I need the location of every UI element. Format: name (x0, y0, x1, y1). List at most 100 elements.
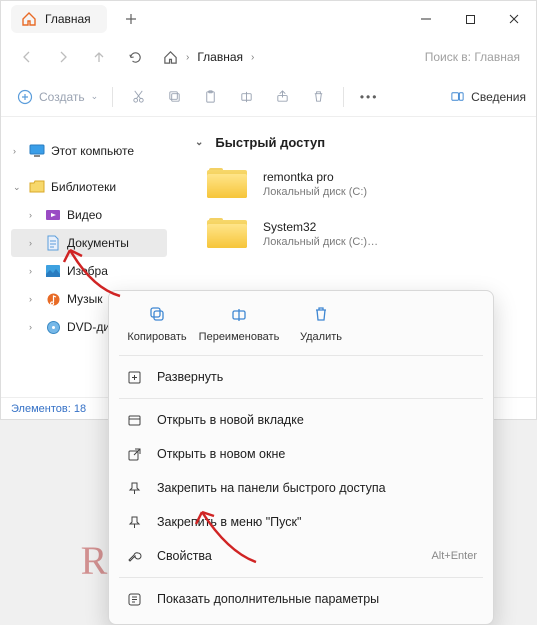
up-button[interactable] (83, 41, 115, 73)
rename-icon (226, 301, 252, 327)
ctx-expand[interactable]: Развернуть (113, 360, 489, 394)
ctx-open-window[interactable]: Открыть в новом окне (113, 437, 489, 471)
delete-button[interactable] (301, 81, 335, 113)
context-quick-actions: Копировать Переименовать Удалить (113, 299, 489, 351)
sidebar-label: Музык (67, 292, 103, 306)
separator (119, 577, 483, 578)
details-button[interactable]: Сведения (450, 89, 526, 104)
chevron-right-icon: › (29, 322, 39, 332)
details-label: Сведения (471, 90, 526, 104)
sidebar-label: Видео (67, 208, 102, 222)
ctx-label: Развернуть (157, 370, 223, 384)
back-button[interactable] (11, 41, 43, 73)
maximize-button[interactable] (448, 1, 492, 37)
sidebar-item-libraries[interactable]: ⌄ Библиотеки (11, 173, 167, 201)
share-button[interactable] (265, 81, 299, 113)
chevron-right-icon: › (13, 146, 23, 156)
ctx-pin-start[interactable]: Закрепить в меню "Пуск" (113, 505, 489, 539)
sidebar-label: Документы (67, 236, 129, 250)
status-text: Элементов: 18 (11, 403, 86, 415)
ctx-label: Удалить (300, 331, 342, 343)
separator (343, 87, 344, 107)
sidebar-label: Библиотеки (51, 180, 116, 194)
section-title: Быстрый доступ (215, 135, 325, 150)
new-tab-button[interactable] (117, 5, 145, 33)
breadcrumb[interactable]: › Главная › (163, 50, 254, 65)
sidebar-item-this-pc[interactable]: › Этот компьюте (11, 137, 167, 165)
sidebar-label: Этот компьюте (51, 144, 134, 158)
ctx-properties[interactable]: Свойства Alt+Enter (113, 539, 489, 573)
refresh-button[interactable] (119, 41, 151, 73)
ctx-show-more[interactable]: Показать дополнительные параметры (113, 582, 489, 616)
chevron-right-icon: › (186, 52, 189, 63)
sidebar-item-video[interactable]: › Видео (11, 201, 167, 229)
tile-item[interactable]: System32 Локальный диск (C:)… (207, 218, 526, 250)
ctx-label: Открыть в новой вкладке (157, 413, 304, 427)
home-icon (163, 50, 178, 65)
titlebar: Главная (1, 1, 536, 37)
sidebar-item-documents[interactable]: › Документы (11, 229, 167, 257)
chevron-down-icon: ⌄ (91, 91, 99, 102)
chevron-right-icon: › (29, 294, 39, 304)
folder-icon (207, 218, 247, 250)
cut-button[interactable] (121, 81, 155, 113)
toolbar: Создать ⌄ ••• Сведения (1, 77, 536, 117)
copy-icon (144, 301, 170, 327)
ctx-label: Переименовать (199, 331, 280, 343)
item-sub: Локальный диск (C:)… (263, 236, 378, 248)
rename-button[interactable] (229, 81, 263, 113)
folder-icon (29, 179, 45, 195)
chevron-down-icon: ⌄ (13, 182, 23, 193)
tab-label: Главная (45, 12, 91, 26)
item-sub: Локальный диск (C:) (263, 186, 367, 198)
folder-icon (207, 168, 247, 200)
plus-square-icon (125, 370, 143, 385)
chevron-down-icon: ⌄ (195, 137, 203, 148)
item-name: System32 (263, 220, 378, 234)
forward-button[interactable] (47, 41, 79, 73)
wrench-icon (125, 549, 143, 564)
ctx-open-tab[interactable]: Открыть в новой вкладке (113, 403, 489, 437)
more-button[interactable]: ••• (352, 81, 386, 113)
image-icon (45, 263, 61, 279)
sidebar-item-images[interactable]: › Изобра (11, 257, 167, 285)
create-button[interactable]: Создать ⌄ (11, 81, 104, 113)
minimize-button[interactable] (404, 1, 448, 37)
details-icon (450, 89, 465, 104)
ctx-label: Свойства (157, 549, 212, 563)
item-name: remontka pro (263, 170, 367, 184)
chevron-right-icon: › (251, 52, 254, 63)
pin-icon (125, 481, 143, 496)
chevron-right-icon: › (29, 238, 39, 248)
monitor-icon (29, 143, 45, 159)
ctx-label: Закрепить на панели быстрого доступа (157, 481, 386, 495)
more-icon (125, 592, 143, 607)
ctx-delete[interactable]: Удалить (285, 301, 357, 343)
document-icon (45, 235, 61, 251)
disc-icon (45, 319, 61, 335)
video-icon (45, 207, 61, 223)
tab-icon (125, 413, 143, 428)
close-button[interactable] (492, 1, 536, 37)
home-icon (21, 11, 37, 27)
separator (112, 87, 113, 107)
ctx-copy[interactable]: Копировать (121, 301, 193, 343)
copy-button[interactable] (157, 81, 191, 113)
search-input[interactable]: Поиск в: Главная (425, 50, 526, 64)
ctx-pin-quick[interactable]: Закрепить на панели быстрого доступа (113, 471, 489, 505)
paste-button[interactable] (193, 81, 227, 113)
breadcrumb-current: Главная (197, 50, 243, 64)
tile-item[interactable]: remontka pro Локальный диск (C:) (207, 168, 526, 200)
section-header[interactable]: ⌄ Быстрый доступ (195, 135, 526, 150)
ctx-shortcut: Alt+Enter (431, 550, 477, 562)
separator (119, 355, 483, 356)
chevron-right-icon: › (29, 210, 39, 220)
ctx-label: Открыть в новом окне (157, 447, 285, 461)
context-menu: Копировать Переименовать Удалить Разверн… (108, 290, 494, 625)
plus-circle-icon (17, 89, 33, 105)
chevron-right-icon: › (29, 266, 39, 276)
ctx-label: Копировать (127, 331, 186, 343)
ctx-rename[interactable]: Переименовать (203, 301, 275, 343)
separator (119, 398, 483, 399)
tab-home[interactable]: Главная (11, 5, 107, 33)
